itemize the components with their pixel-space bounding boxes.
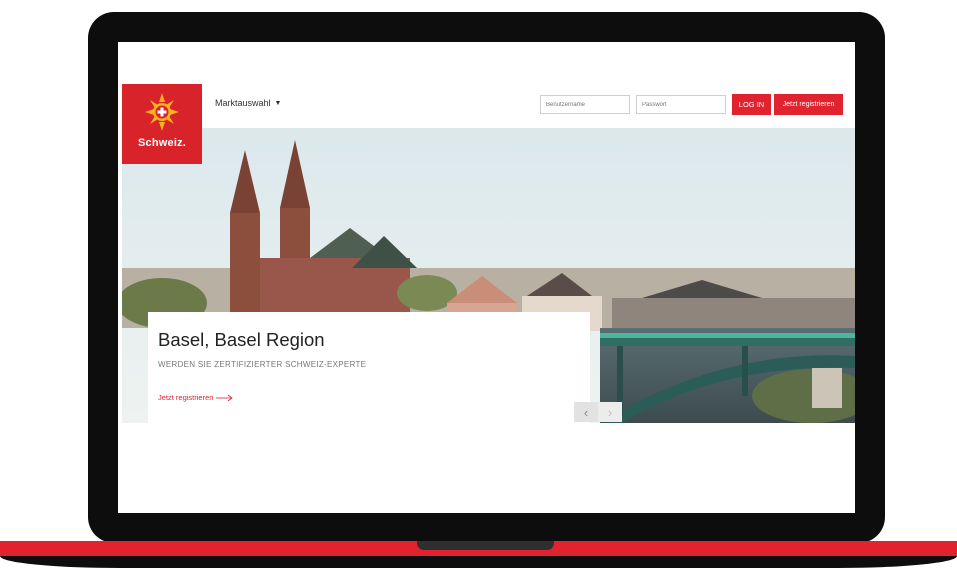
username-input[interactable] (540, 95, 630, 114)
flower-icon (145, 93, 179, 131)
carousel-prev-button[interactable]: ‹ (574, 402, 598, 422)
carousel-controls: ‹ › (574, 402, 622, 422)
laptop-base-bottom (0, 556, 957, 568)
laptop-screen: Schweiz. Marktauswahl ▼ LOG IN Jetzt reg… (118, 42, 855, 513)
market-label: Marktauswahl (215, 98, 271, 108)
carousel-next-button[interactable]: › (598, 402, 622, 422)
market-selector[interactable]: Marktauswahl ▼ (215, 98, 281, 108)
login-button[interactable]: LOG IN (732, 94, 771, 115)
logo-text: Schweiz. (137, 137, 187, 149)
arrow-right-icon (216, 394, 234, 401)
laptop-notch (417, 541, 554, 550)
register-button[interactable]: Jetzt registrieren (774, 94, 843, 115)
schweiz-logo[interactable]: Schweiz. (122, 84, 202, 164)
hero-title: Basel, Basel Region (158, 329, 325, 350)
hero-subtitle: WERDEN SIE ZERTIFIZIERTER SCHWEIZ-EXPERT… (158, 360, 367, 369)
password-input[interactable] (636, 95, 726, 114)
hero-register-link[interactable]: Jetzt registrieren (158, 393, 234, 402)
hero-link-label: Jetzt registrieren (158, 393, 214, 402)
caret-down-icon: ▼ (274, 99, 282, 107)
hero-card: Basel, Basel Region WERDEN SIE ZERTIFIZI… (148, 312, 590, 423)
